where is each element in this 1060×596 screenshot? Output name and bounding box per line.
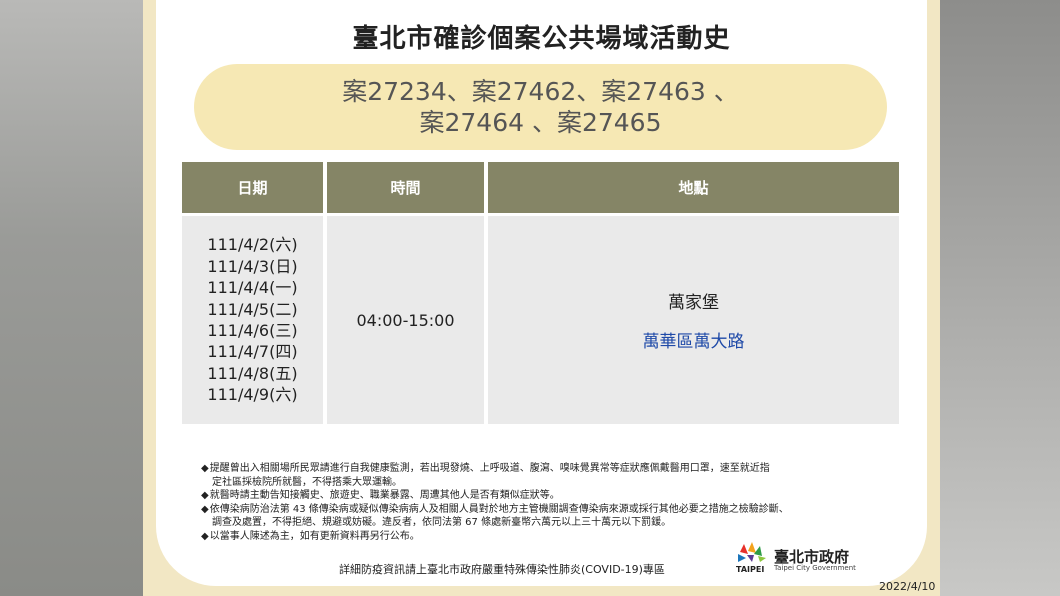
header-date: 日期 bbox=[182, 162, 323, 213]
note-item: ◆依傳染病防治法第 43 條傳染病或疑似傳染病病人及相關人員對於地方主管機關調查… bbox=[201, 503, 891, 517]
notes-section: ◆提醒曾出入相關場所民眾請進行自我健康監測，若出現發燒、上呼吸道、腹瀉、嗅味覺異… bbox=[201, 462, 891, 544]
date-item: 111/4/4(一) bbox=[207, 278, 298, 298]
taipei-gov-logo: TAIPEI 臺北市政府 Taipei City Government bbox=[734, 540, 934, 576]
date-stamp: 2022/4/10 bbox=[879, 580, 936, 593]
case-list-banner: 案27234、案27462、案27463 、 案27464 、案27465 bbox=[194, 64, 887, 150]
date-item: 111/4/3(日) bbox=[207, 256, 298, 276]
place-address: 萬華區萬大路 bbox=[642, 332, 745, 352]
date-item: 111/4/9(六) bbox=[207, 385, 298, 405]
note-text: 調查及處置，不得拒絕、規避或妨礙。違反者，依同法第 67 條處新臺幣六萬元以上三… bbox=[212, 517, 672, 529]
date-item: 111/4/8(五) bbox=[207, 363, 298, 383]
notice-card: 臺北市確診個案公共場域活動史 案27234、案27462、案27463 、 案2… bbox=[156, 0, 927, 586]
time-cell: 04:00-15:00 bbox=[327, 216, 484, 424]
note-text: 定社區採檢院所就醫，不得搭乘大眾運輸。 bbox=[212, 476, 402, 488]
note-text: 以當事人陳述為主，如有更新資料再另行公布。 bbox=[209, 530, 420, 542]
date-item: 111/4/2(六) bbox=[207, 235, 298, 255]
logo-taipei-text: TAIPEI bbox=[736, 565, 765, 574]
date-cell: 111/4/2(六) 111/4/3(日) 111/4/4(一) 111/4/5… bbox=[182, 216, 323, 424]
logo-name-en: Taipei City Government bbox=[774, 564, 856, 572]
time-range: 04:00-15:00 bbox=[356, 310, 455, 330]
bullet-icon: ◆ bbox=[201, 530, 209, 542]
date-list: 111/4/2(六) 111/4/3(日) 111/4/4(一) 111/4/5… bbox=[207, 234, 297, 405]
place-name: 萬家堡 bbox=[668, 293, 719, 313]
note-text: 依傳染病防治法第 43 條傳染病或疑似傳染病病人及相關人員對於地方主管機關調查傳… bbox=[209, 503, 789, 515]
note-item: 定社區採檢院所就醫，不得搭乘大眾運輸。 bbox=[201, 476, 891, 490]
note-item: 調查及處置，不得拒絕、規避或妨礙。違反者，依同法第 67 條處新臺幣六萬元以上三… bbox=[201, 516, 891, 530]
note-item: ◆提醒曾出入相關場所民眾請進行自我健康監測，若出現發燒、上呼吸道、腹瀉、嗅味覺異… bbox=[201, 462, 891, 476]
case-line-2: 案27464 、案27465 bbox=[419, 108, 662, 137]
note-item: ◆就醫時請主動告知接觸史、旅遊史、職業暴露、周遭其他人是否有類似症狀等。 bbox=[201, 489, 891, 503]
location-cell: 萬家堡 萬華區萬大路 bbox=[488, 216, 899, 424]
date-item: 111/4/5(二) bbox=[207, 299, 298, 319]
date-item: 111/4/6(三) bbox=[207, 321, 298, 340]
header-time: 時間 bbox=[327, 162, 484, 213]
background-left bbox=[0, 0, 143, 596]
page-title: 臺北市確診個案公共場域活動史 bbox=[352, 24, 731, 54]
background-right bbox=[940, 0, 1060, 596]
bullet-icon: ◆ bbox=[201, 463, 209, 474]
bullet-icon: ◆ bbox=[201, 490, 209, 502]
footer-info: 詳細防疫資訊請上臺北市政府嚴重特殊傳染性肺炎(COVID-19)專區 bbox=[339, 563, 665, 576]
case-line-1: 案27234、案27462、案27463 、 bbox=[342, 77, 739, 106]
header-location: 地點 bbox=[488, 162, 899, 213]
note-text: 提醒曾出入相關場所民眾請進行自我健康監測，若出現發燒、上呼吸道、腹瀉、嗅味覺異常… bbox=[209, 463, 770, 474]
bullet-icon: ◆ bbox=[201, 503, 209, 515]
date-item: 111/4/7(四) bbox=[207, 342, 298, 362]
note-text: 就醫時請主動告知接觸史、旅遊史、職業暴露、周遭其他人是否有類似症狀等。 bbox=[209, 490, 560, 502]
notice-frame: 臺北市確診個案公共場域活動史 案27234、案27462、案27463 、 案2… bbox=[143, 0, 940, 596]
